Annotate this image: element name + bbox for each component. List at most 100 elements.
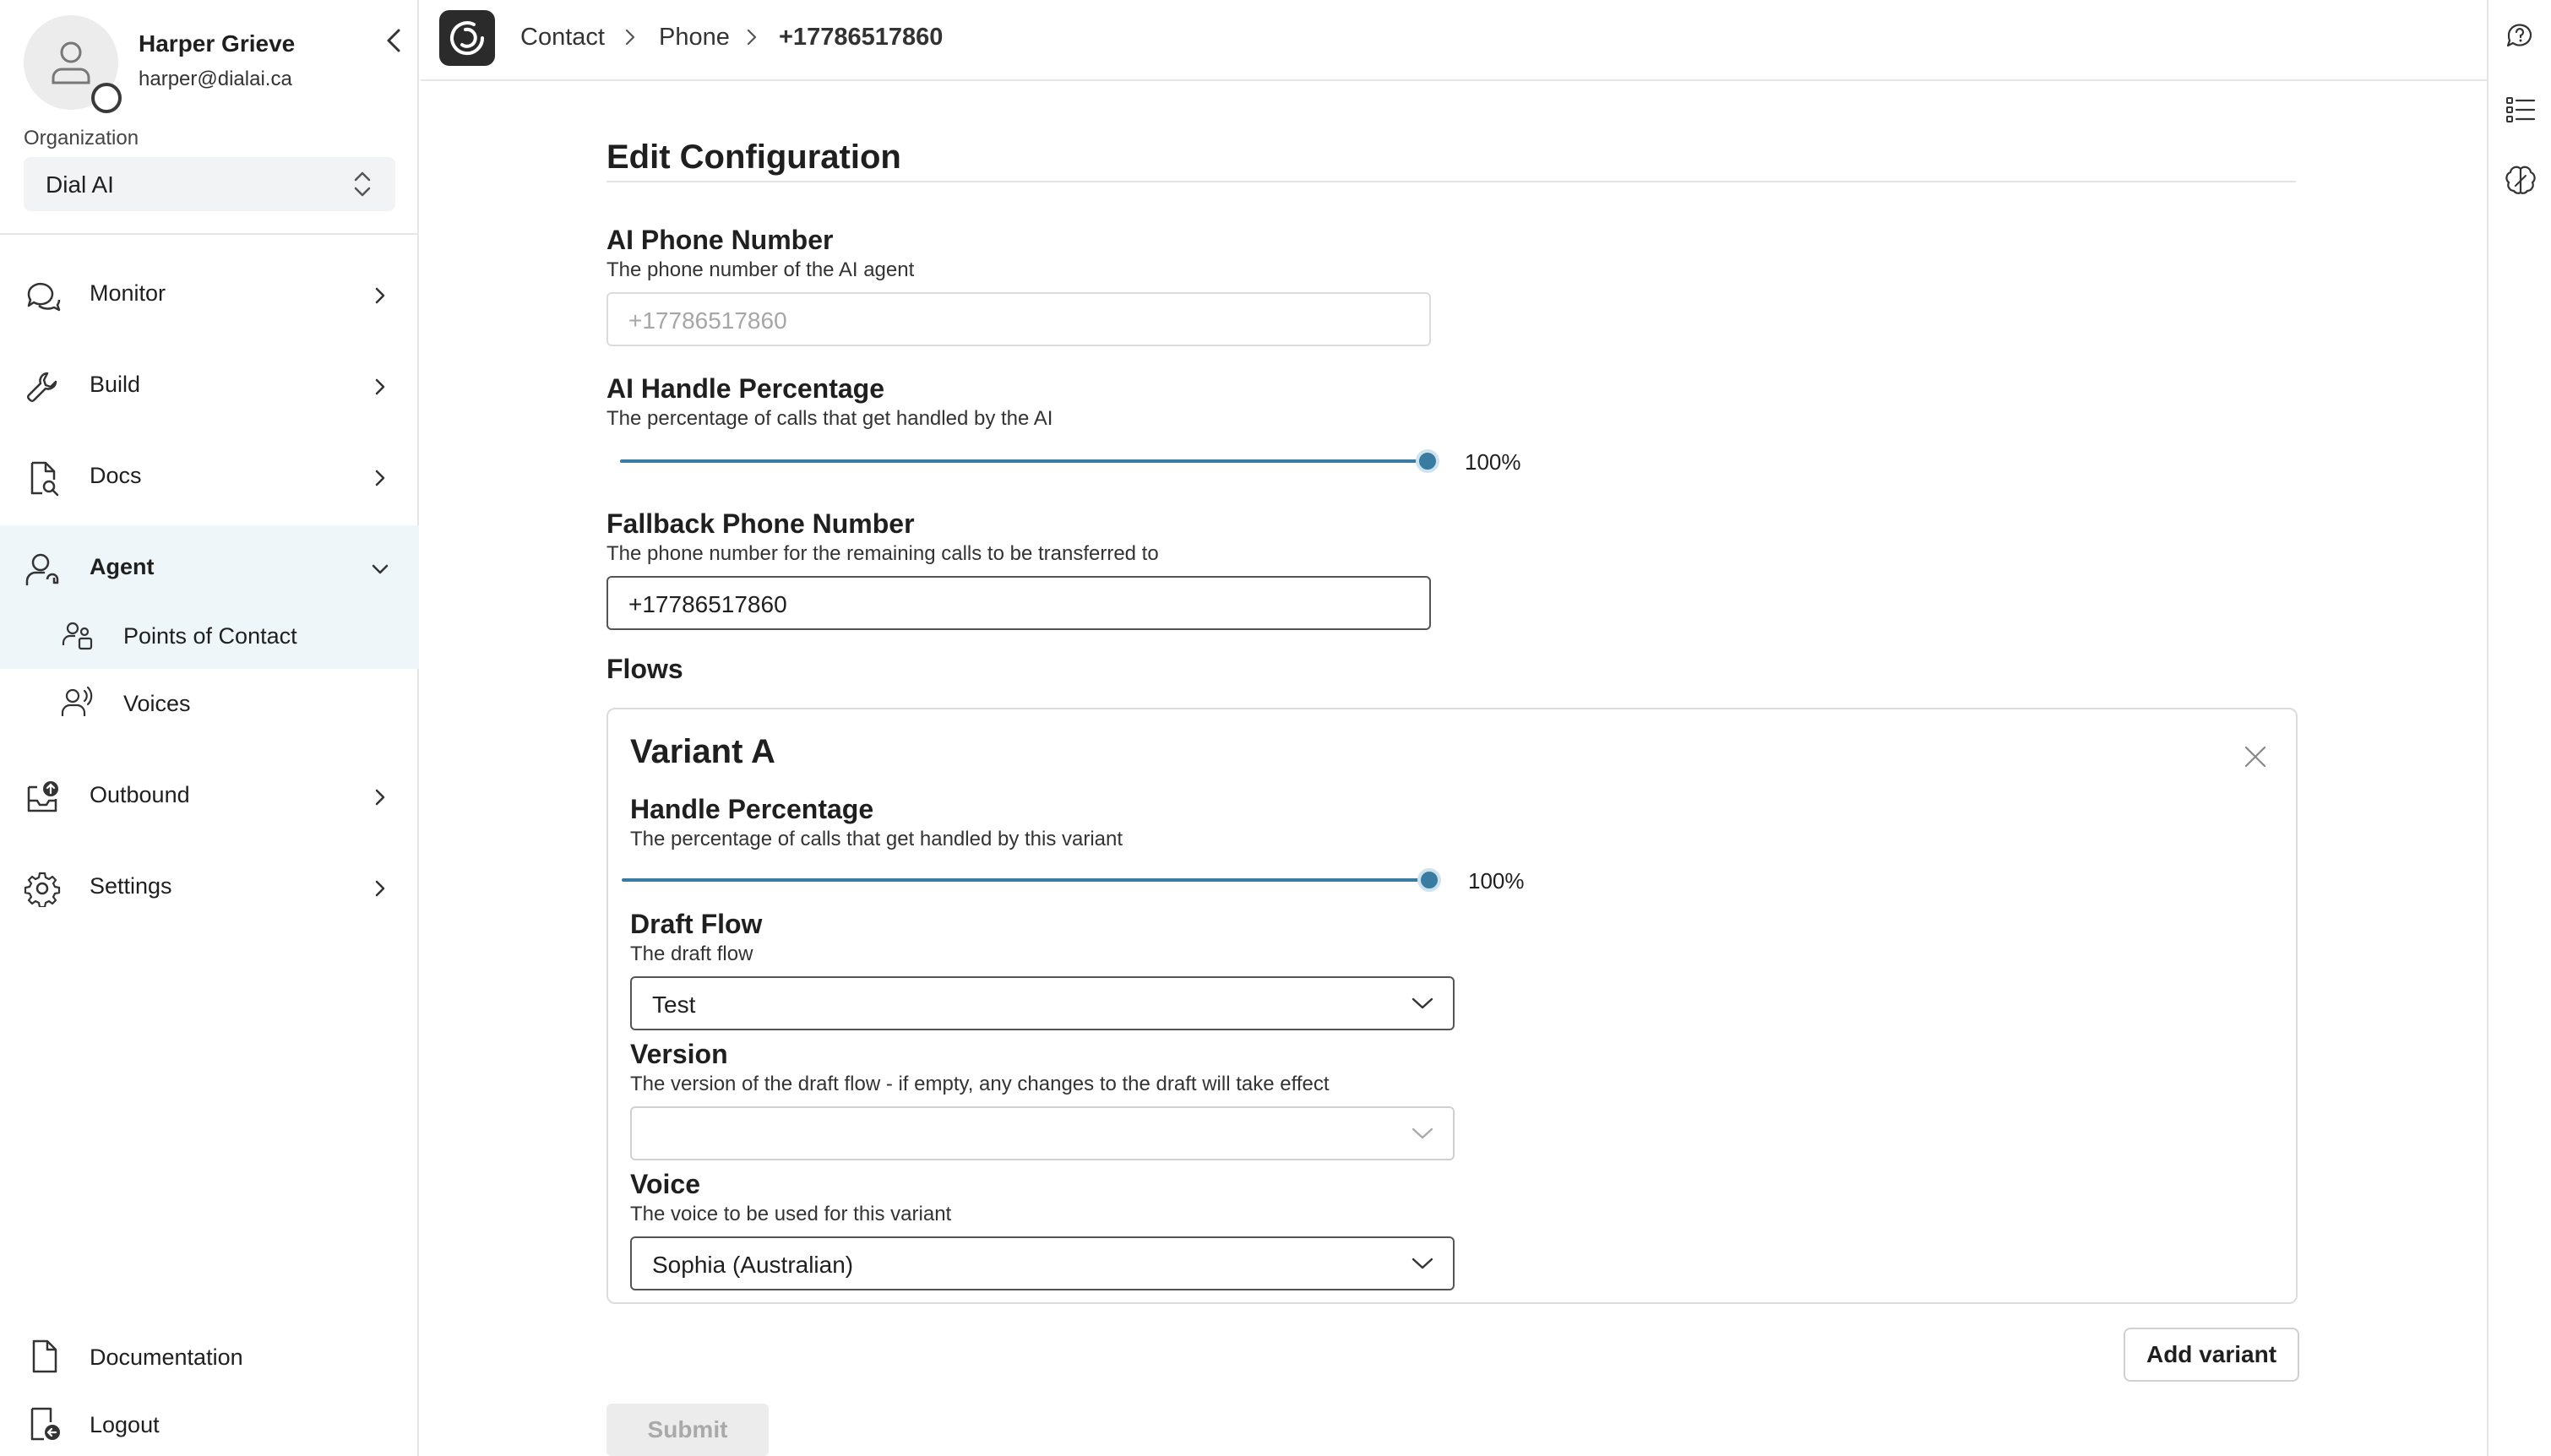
ai-handle-help: The percentage of calls that get handled… xyxy=(606,407,1053,430)
chevron-right-icon xyxy=(375,789,385,806)
person-headset-icon xyxy=(25,553,59,586)
user-name: Harper Grieve xyxy=(139,30,296,57)
sidebar-item-points-of-contact[interactable]: Points of Contact xyxy=(0,601,419,669)
status-indicator xyxy=(91,83,122,113)
chevron-down-icon xyxy=(1411,997,1433,1009)
chevron-right-icon xyxy=(375,378,385,395)
sidebar-item-label: Logout xyxy=(90,1412,160,1437)
organization-value: Dial AI xyxy=(46,171,114,198)
list-icon[interactable] xyxy=(2504,93,2537,127)
right-rail xyxy=(2487,0,2551,1456)
sidebar-item-label: Agent xyxy=(90,554,155,579)
sidebar-item-voices[interactable]: Voices xyxy=(0,669,419,736)
chevron-down-icon xyxy=(372,564,389,574)
sidebar-item-label: Settings xyxy=(90,873,172,899)
voice-help: The voice to be used for this variant xyxy=(630,1203,952,1225)
breadcrumb-current: +17786517860 xyxy=(779,24,944,51)
chevron-right-icon xyxy=(625,29,635,46)
sidebar-item-label: Voices xyxy=(123,691,191,716)
chevron-right-icon xyxy=(375,880,385,897)
top-bar: Contact Phone +17786517860 xyxy=(421,0,2487,81)
sidebar-item-label: Docs xyxy=(90,463,142,488)
ai-handle-value: 100% xyxy=(1465,449,1521,475)
close-icon[interactable] xyxy=(2242,743,2269,770)
submit-button[interactable]: Submit xyxy=(606,1404,769,1456)
ai-phone-placeholder: +17786517860 xyxy=(628,307,787,334)
add-variant-button[interactable]: Add variant xyxy=(2124,1328,2299,1382)
sidebar-item-logout[interactable]: Logout xyxy=(0,1390,419,1456)
document-icon xyxy=(32,1339,57,1373)
slider-track xyxy=(620,459,1428,463)
sidebar-item-outbound[interactable]: Outbound xyxy=(0,753,419,838)
voice-label: Voice xyxy=(630,1169,700,1199)
brain-icon[interactable] xyxy=(2504,164,2537,198)
draft-flow-label: Draft Flow xyxy=(630,909,763,939)
sidebar: Harper Grieve harper@dialai.ca Organizat… xyxy=(0,0,419,1456)
sidebar-item-settings[interactable]: Settings xyxy=(0,845,419,929)
voice-select[interactable]: Sophia (Australian) xyxy=(630,1236,1455,1290)
collapse-sidebar-icon[interactable] xyxy=(378,24,412,57)
ai-phone-input[interactable]: +17786517860 xyxy=(606,292,1431,346)
voice-value: Sophia (Australian) xyxy=(652,1252,854,1278)
fallback-phone-value: +17786517860 xyxy=(628,591,787,617)
ai-phone-help: The phone number of the AI agent xyxy=(606,258,915,281)
variant-handle-label: Handle Percentage xyxy=(630,794,874,824)
chevron-up-down-icon xyxy=(354,171,371,197)
chevron-right-icon xyxy=(375,470,385,486)
variant-handle-slider[interactable] xyxy=(622,863,1441,897)
app-root: Harper Grieve harper@dialai.ca Organizat… xyxy=(0,0,2551,1456)
draft-flow-value: Test xyxy=(652,991,696,1018)
help-chat-icon[interactable] xyxy=(2504,20,2537,54)
draft-flow-select[interactable]: Test xyxy=(630,976,1455,1030)
sidebar-item-documentation[interactable]: Documentation xyxy=(0,1323,419,1390)
variant-card: Variant A Handle Percentage The percenta… xyxy=(606,708,2298,1304)
fallback-phone-help: The phone number for the remaining calls… xyxy=(606,542,1159,565)
chevron-right-icon xyxy=(747,29,757,46)
sidebar-item-label: Documentation xyxy=(90,1345,243,1370)
sidebar-item-label: Outbound xyxy=(90,782,190,807)
slider-track xyxy=(622,878,1429,882)
fallback-phone-label: Fallback Phone Number xyxy=(606,508,915,539)
sidebar-item-label: Monitor xyxy=(90,280,166,306)
sidebar-item-build[interactable]: Build xyxy=(0,343,419,427)
user-icon xyxy=(52,41,90,84)
slider-thumb[interactable] xyxy=(1416,449,1439,473)
sidebar-item-monitor[interactable]: Monitor xyxy=(0,252,419,336)
ai-handle-slider[interactable] xyxy=(620,444,1439,478)
version-select[interactable] xyxy=(630,1106,1455,1160)
organization-label: Organization xyxy=(24,127,139,149)
sidebar-item-label: Points of Contact xyxy=(123,623,297,649)
version-help: The version of the draft flow - if empty… xyxy=(630,1073,1330,1095)
breadcrumb-phone[interactable]: Phone xyxy=(659,24,730,52)
logout-icon xyxy=(30,1407,60,1441)
variant-title: Variant A xyxy=(630,733,775,770)
user-profile[interactable]: Harper Grieve harper@dialai.ca xyxy=(24,15,400,117)
app-logo[interactable] xyxy=(439,10,495,66)
voice-person-icon xyxy=(61,686,93,716)
ai-phone-label: AI Phone Number xyxy=(606,225,834,255)
version-label: Version xyxy=(630,1039,728,1069)
title-divider xyxy=(606,181,2296,182)
chevron-down-icon xyxy=(1411,1127,1433,1139)
fallback-phone-input[interactable]: +17786517860 xyxy=(606,576,1431,630)
chevron-down-icon xyxy=(1411,1258,1433,1269)
sidebar-divider xyxy=(0,233,419,235)
outbox-icon xyxy=(27,781,58,812)
organization-select[interactable]: Dial AI xyxy=(24,157,395,211)
flows-label: Flows xyxy=(606,654,683,684)
document-search-icon xyxy=(30,461,59,497)
sidebar-item-docs[interactable]: Docs xyxy=(0,434,419,519)
sidebar-item-agent[interactable]: Agent xyxy=(0,525,419,610)
chat-bubble-icon xyxy=(27,282,61,312)
main-content: Edit Configuration AI Phone Number The p… xyxy=(421,83,2487,1456)
sidebar-item-label: Build xyxy=(90,372,141,397)
variant-handle-help: The percentage of calls that get handled… xyxy=(630,828,1123,850)
breadcrumb-contact[interactable]: Contact xyxy=(520,24,605,52)
ai-handle-label: AI Handle Percentage xyxy=(606,373,884,404)
logo-icon xyxy=(450,21,485,56)
user-email: harper@dialai.ca xyxy=(139,68,292,90)
slider-thumb[interactable] xyxy=(1417,868,1441,892)
gear-icon xyxy=(24,872,61,907)
variant-handle-value: 100% xyxy=(1468,868,1525,894)
draft-flow-help: The draft flow xyxy=(630,943,753,965)
